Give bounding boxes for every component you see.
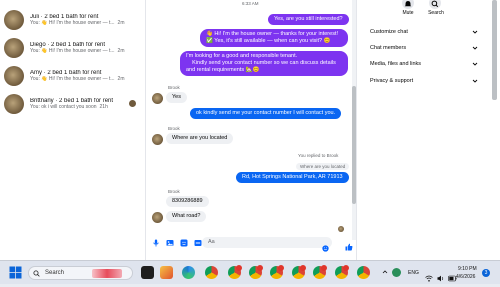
chrome-icon[interactable] <box>357 266 370 279</box>
media-files-links-item[interactable]: Media, files and links <box>370 56 478 72</box>
tray-app-icon[interactable] <box>392 268 401 277</box>
customize-chat-item[interactable]: Customize chat <box>370 24 478 40</box>
chat-preview: You: 👋 Hi! I'm the house owner — t... <box>30 48 115 54</box>
wifi-icon[interactable] <box>425 269 433 287</box>
sent-message[interactable]: Yes, are you still interested? <box>268 14 349 25</box>
chat-list-item[interactable]: Amy · 2 bed 1 bath for rent You: 👋 Hi! I… <box>4 63 136 89</box>
item-label: Customize chat <box>370 29 408 35</box>
message-timestamp: 6:33 AM <box>242 1 259 6</box>
received-message[interactable]: Yes <box>166 92 187 103</box>
replied-to-label: You replied to Brook <box>298 153 339 158</box>
sent-message[interactable]: 👋 Hi! I'm the house owner — thanks for y… <box>200 29 348 47</box>
seen-avatar <box>338 226 344 232</box>
mute-button[interactable] <box>402 0 414 9</box>
message-line: ✅ Yes, it's still available — when can y… <box>206 38 331 44</box>
read-receipt-avatar <box>129 100 136 107</box>
search-icon <box>431 0 439 8</box>
chat-list: Juli · 2 bed 1 bath for rent You: 👋 Hi! … <box>0 0 137 260</box>
message-line: 👋 Hi! I'm the house owner — thanks for y… <box>206 31 339 37</box>
avatar <box>4 10 24 30</box>
language-indicator[interactable]: ENG <box>408 270 419 276</box>
chat-time: 2m <box>117 76 125 82</box>
chevron-down-icon <box>472 62 478 66</box>
task-view-icon[interactable] <box>141 266 154 279</box>
chat-list-item[interactable]: Brittnany · 2 bed 1 bath for rent You: o… <box>4 91 136 117</box>
edge-icon[interactable] <box>182 266 195 279</box>
message-line: I'm looking for a good and responsible t… <box>186 53 298 59</box>
chat-preview: You: 👋 Hi! I'm the house owner — t... <box>30 20 115 26</box>
widgets-icon[interactable] <box>160 266 173 279</box>
chat-preview: You: ok i will contact you soon <box>30 104 97 110</box>
microphone-icon[interactable] <box>152 239 160 247</box>
avatar <box>152 134 163 145</box>
notification-badge <box>321 265 327 271</box>
taskbar-search[interactable]: Search <box>28 266 133 280</box>
clock-time[interactable]: 9:10 PM <box>458 266 477 272</box>
windows-taskbar: Search ENG 9:10 PM 4/6/2026 3 <box>0 260 500 284</box>
notification-badge <box>300 265 306 271</box>
sent-message[interactable]: Rd, Hot Springs National Park, AR 71913 <box>236 172 349 183</box>
gif-icon[interactable] <box>194 239 202 247</box>
avatar <box>4 94 24 114</box>
chat-details-panel: Mute Search Customize chat Chat members … <box>362 0 500 260</box>
clock-date[interactable]: 4/6/2026 <box>456 274 475 280</box>
message-line: Kindly send your contact number so we ca… <box>192 60 336 66</box>
sticker-icon[interactable] <box>180 239 188 247</box>
search-icon <box>33 269 40 277</box>
message-input[interactable]: Aa <box>202 237 332 248</box>
privacy-support-item[interactable]: Privacy & support <box>370 73 478 89</box>
chat-preview: You: 👋 Hi! I'm the house owner — t... <box>30 76 115 82</box>
search-button[interactable] <box>429 0 441 9</box>
scrollbar-thumb[interactable] <box>352 86 356 204</box>
avatar <box>152 93 163 104</box>
sent-message[interactable]: I'm looking for a good and responsible t… <box>180 51 348 76</box>
avatar <box>152 212 163 223</box>
received-message[interactable]: 8309286889 <box>166 196 209 207</box>
chat-time: 2m <box>117 48 125 54</box>
search-highlight-image <box>92 268 123 278</box>
emoji-icon[interactable] <box>322 239 329 257</box>
notification-badge <box>343 265 349 271</box>
search-label: Search <box>428 10 444 16</box>
chevron-up-icon[interactable] <box>382 269 388 277</box>
received-message[interactable]: What road? <box>166 211 207 222</box>
chevron-down-icon <box>472 79 478 83</box>
notification-badge <box>257 265 263 271</box>
received-message[interactable]: Where are you located <box>166 133 234 144</box>
sender-name: Brook <box>168 85 180 90</box>
messenger-window: Juli · 2 bed 1 bath for rent You: 👋 Hi! … <box>0 0 500 260</box>
sent-message[interactable]: ok kindly send me your contact number I … <box>190 108 342 119</box>
image-icon[interactable] <box>166 239 174 247</box>
chat-time: 21h <box>99 104 108 110</box>
like-icon[interactable] <box>345 238 353 256</box>
notification-count[interactable]: 3 <box>482 269 490 277</box>
chat-list-item[interactable]: Juli · 2 bed 1 bath for rent You: 👋 Hi! … <box>4 7 136 33</box>
item-label: Privacy & support <box>370 78 414 84</box>
bell-icon <box>404 1 412 7</box>
sender-name: Brook <box>168 126 180 131</box>
chat-members-item[interactable]: Chat members <box>370 40 478 56</box>
avatar <box>4 38 24 58</box>
item-label: Chat members <box>370 45 407 51</box>
item-label: Media, files and links <box>370 61 422 67</box>
chat-time: 2m <box>117 20 125 26</box>
notification-badge <box>236 265 242 271</box>
avatar <box>4 66 24 86</box>
notification-badge <box>278 265 284 271</box>
sender-name: Brook <box>168 189 180 194</box>
message-line: and rental requirements 🏡😊 <box>186 67 260 73</box>
mute-label: Mute <box>402 10 414 16</box>
search-placeholder: Search <box>45 270 65 276</box>
chrome-icon[interactable] <box>205 266 218 279</box>
start-icon[interactable] <box>9 266 22 284</box>
chat-list-item[interactable]: Diego · 2 bed 1 bath for rent You: 👋 Hi!… <box>4 35 136 61</box>
speaker-icon[interactable] <box>437 269 445 287</box>
chevron-down-icon <box>472 46 478 50</box>
window-scrollbar[interactable] <box>492 0 497 100</box>
replied-quote: Where are you located <box>296 163 350 170</box>
chevron-down-icon <box>472 30 478 34</box>
